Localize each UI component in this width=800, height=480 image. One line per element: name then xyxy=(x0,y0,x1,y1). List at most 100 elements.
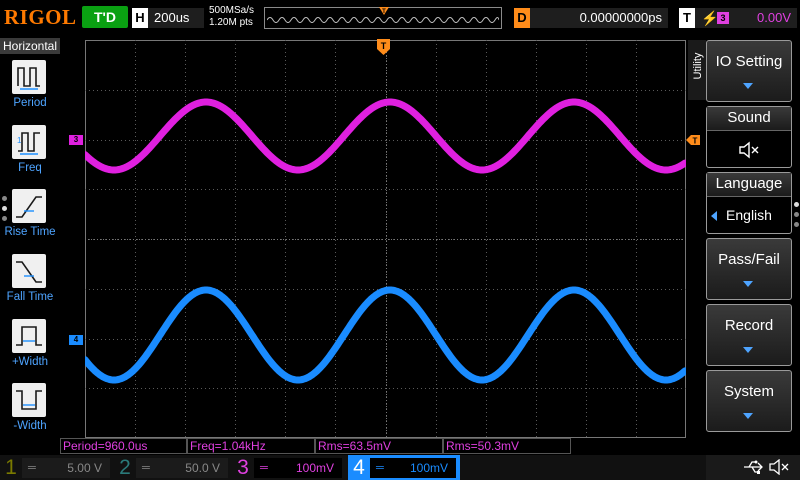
measurement-rms-ch4[interactable]: Rms=50.3mV xyxy=(443,438,571,454)
left-arrow-icon xyxy=(711,211,717,221)
language-value: English xyxy=(726,207,772,223)
channel-3-number: 3 xyxy=(237,456,249,479)
left-page-indicator xyxy=(2,196,8,226)
memory-map[interactable]: T xyxy=(264,7,502,29)
submenu-arrow-icon xyxy=(743,347,753,353)
measure-panel: Horizontal Period 1 Freq Rise Time Fall … xyxy=(0,38,60,438)
measure-rise-time-button[interactable]: Rise Time xyxy=(0,189,60,249)
sample-rate: 500MSa/s xyxy=(209,5,255,16)
frequency-icon: 1 xyxy=(12,125,46,159)
delay-value: 0.00000000ps xyxy=(579,10,662,25)
measure-fall-time-button[interactable]: Fall Time xyxy=(0,254,60,314)
trigger-position-icon[interactable]: T xyxy=(377,39,390,55)
record-label: Record xyxy=(724,317,774,334)
memory-trigger-icon: T xyxy=(379,7,389,15)
submenu-arrow-icon xyxy=(743,281,753,287)
negative-width-icon xyxy=(12,383,46,417)
sound-button[interactable]: Sound xyxy=(706,106,792,168)
measure-freq-button[interactable]: 1 Freq xyxy=(0,125,60,185)
display-grid xyxy=(85,40,686,438)
record-button[interactable]: Record xyxy=(706,304,792,366)
sound-label: Sound xyxy=(707,107,791,131)
channel-4-scale: 100mV xyxy=(409,461,448,475)
ch3-waveform xyxy=(85,98,686,174)
channel-1-number: 1 xyxy=(5,456,17,479)
brand-logo: RIGOL xyxy=(4,5,77,29)
fall-time-icon xyxy=(12,254,46,288)
svg-text:T: T xyxy=(382,9,386,15)
svg-text:T: T xyxy=(381,41,387,51)
top-status-bar: RIGOL T'D H 200us 500MSa/s 1.20M pts T D… xyxy=(0,0,800,38)
channel-4-scale-field: ═ 100mV xyxy=(370,458,456,478)
run-state-badge[interactable]: T'D xyxy=(82,6,128,28)
svg-text:1: 1 xyxy=(17,136,22,145)
dc-coupling-icon: ═ xyxy=(142,462,150,474)
channel-1-scale-field: ═ 5.00 V xyxy=(22,458,110,478)
measurement-rms-ch3[interactable]: Rms=63.5mV xyxy=(315,438,443,454)
io-setting-button[interactable]: IO Setting xyxy=(706,40,792,102)
freq-label: Freq xyxy=(18,162,42,174)
pass-fail-label: Pass/Fail xyxy=(718,251,780,268)
channel-3-scale: 100mV xyxy=(295,461,334,475)
trigger-letter: T xyxy=(679,8,695,28)
timebase-value: 200us xyxy=(154,10,190,25)
rise-time-icon xyxy=(12,189,46,223)
channel-2-box[interactable]: 2 ═ 50.0 V xyxy=(114,455,230,480)
language-button[interactable]: Language English xyxy=(706,172,792,234)
utility-tab-label: Utility xyxy=(692,52,704,80)
channel-3-scale-field: ═ 100mV xyxy=(254,458,342,478)
trigger-status[interactable]: T ⚡ 3 0.00V xyxy=(679,8,797,28)
svg-text:T: T xyxy=(693,137,698,146)
measure-negative-width-button[interactable]: -Width xyxy=(0,383,60,443)
channel-3-box[interactable]: 3 ═ 100mV xyxy=(232,455,344,480)
measurement-frequency[interactable]: Freq=1.04kHz xyxy=(187,438,315,454)
submenu-arrow-icon xyxy=(743,413,753,419)
system-status-icons xyxy=(706,455,800,480)
rise-time-label: Rise Time xyxy=(4,226,56,238)
measure-period-button[interactable]: Period xyxy=(0,60,60,120)
delay-letter: D xyxy=(514,8,530,28)
channel-2-number: 2 xyxy=(119,456,131,479)
usb-icon xyxy=(744,460,763,474)
channel-2-scale-field: ═ 50.0 V xyxy=(136,458,228,478)
dc-coupling-icon: ═ xyxy=(376,462,384,474)
memory-depth: 1.20M pts xyxy=(209,17,253,28)
dc-coupling-icon: ═ xyxy=(28,462,36,474)
speaker-muted-icon xyxy=(707,132,791,167)
io-setting-label: IO Setting xyxy=(715,53,783,70)
channel-2-scale: 50.0 V xyxy=(185,461,220,475)
positive-width-icon xyxy=(12,319,46,353)
utility-menu-tab: Utility xyxy=(688,40,706,100)
horizontal-timebase[interactable]: H 200us xyxy=(132,8,204,28)
trigger-level-icon[interactable]: T xyxy=(686,135,700,145)
acquisition-info: 500MSa/s 1.20M pts xyxy=(209,5,254,29)
measure-positive-width-button[interactable]: +Width xyxy=(0,319,60,379)
submenu-arrow-icon xyxy=(743,83,753,89)
right-page-indicator xyxy=(794,202,800,232)
pass-fail-button[interactable]: Pass/Fail xyxy=(706,238,792,300)
ch4-waveform xyxy=(85,286,686,384)
dc-coupling-icon: ═ xyxy=(260,462,268,474)
waveform-display[interactable] xyxy=(85,40,686,438)
trigger-level: 0.00V xyxy=(757,10,791,25)
speaker-muted-icon xyxy=(769,459,789,475)
period-label: Period xyxy=(13,97,47,109)
channel-1-box[interactable]: 1 ═ 5.00 V xyxy=(0,455,112,480)
negative-width-label: -Width xyxy=(13,420,47,432)
channel-1-scale: 5.00 V xyxy=(67,461,102,475)
fall-time-label: Fall Time xyxy=(6,291,54,303)
language-value-field: English xyxy=(707,198,791,233)
channel-4-number: 4 xyxy=(353,456,365,479)
trigger-source-badge: 3 xyxy=(717,12,729,24)
ch4-offset-marker[interactable]: 4 xyxy=(69,335,83,345)
system-button[interactable]: System xyxy=(706,370,792,432)
horizontal-delay[interactable]: D 0.00000000ps xyxy=(514,8,668,28)
measurement-period[interactable]: Period=960.0us xyxy=(60,438,187,454)
channel-4-box-active[interactable]: 4 ═ 100mV xyxy=(348,455,460,480)
horizontal-letter: H xyxy=(132,8,148,28)
memory-waveform-preview xyxy=(267,17,499,23)
positive-width-label: +Width xyxy=(11,356,49,368)
rising-edge-icon: ⚡ xyxy=(701,10,719,26)
ch3-offset-marker[interactable]: 3 xyxy=(69,135,83,145)
language-label: Language xyxy=(707,173,791,197)
